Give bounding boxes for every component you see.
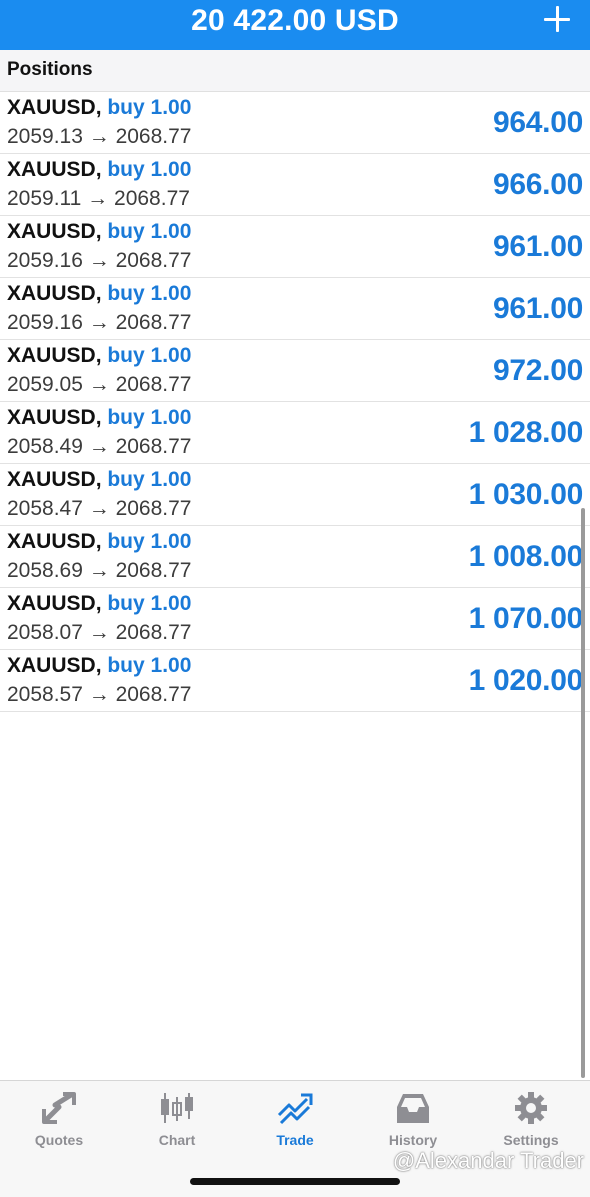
position-prices: 2059.05 → 2068.77: [7, 373, 192, 396]
positions-section-header: Positions: [0, 50, 590, 92]
position-symbol: XAUUSD: [7, 654, 96, 677]
position-row[interactable]: XAUUSD, buy 1.00 2058.47 → 2068.77 1 030…: [0, 464, 590, 526]
position-row[interactable]: XAUUSD, buy 1.00 2058.69 → 2068.77 1 008…: [0, 526, 590, 588]
position-symbol: XAUUSD: [7, 282, 96, 305]
position-profit: 1 020.00: [468, 664, 584, 697]
history-inbox-icon: [397, 1094, 429, 1123]
position-type: buy 1.00: [107, 654, 192, 677]
position-type: buy 1.00: [107, 468, 192, 491]
position-type: buy 1.00: [107, 592, 192, 615]
position-row[interactable]: XAUUSD, buy 1.00 2059.16 → 2068.77 961.0…: [0, 216, 590, 278]
trade-trend-icon: [277, 1093, 313, 1125]
tab-label: Chart: [158, 1132, 196, 1148]
section-title: Positions: [7, 59, 93, 80]
plus-icon[interactable]: [544, 6, 570, 32]
position-type: buy 1.00: [107, 530, 192, 553]
position-type: buy 1.00: [107, 406, 192, 429]
position-profit: 1 028.00: [468, 416, 584, 449]
position-profit: 961.00: [493, 230, 583, 263]
position-symbol: XAUUSD: [7, 220, 96, 243]
position-row[interactable]: XAUUSD, buy 1.00 2058.49 → 2068.77 1 028…: [0, 402, 590, 464]
position-prices: 2059.11 → 2068.77: [7, 187, 190, 210]
candlestick-chart-icon: [161, 1093, 193, 1123]
watermark: @Alexandar Trader: [392, 1148, 584, 1173]
position-type: buy 1.00: [107, 158, 192, 181]
tab-trade[interactable]: Trade: [236, 1081, 354, 1161]
position-profit: 966.00: [493, 168, 583, 201]
position-profit: 1 030.00: [468, 478, 584, 511]
positions-list: XAUUSD, buy 1.00 2059.13 → 2068.77 964.0…: [0, 92, 590, 712]
position-symbol: XAUUSD: [7, 344, 96, 367]
position-symbol: XAUUSD: [7, 158, 96, 181]
tab-label: Trade: [276, 1132, 314, 1148]
position-row[interactable]: XAUUSD, buy 1.00 2059.13 → 2068.77 964.0…: [0, 92, 590, 154]
position-type: buy 1.00: [107, 344, 192, 367]
tab-chart[interactable]: Chart: [118, 1081, 236, 1161]
position-row[interactable]: XAUUSD, buy 1.00 2058.07 → 2068.77 1 070…: [0, 588, 590, 650]
position-prices: 2058.57 → 2068.77: [7, 683, 192, 706]
position-row[interactable]: XAUUSD, buy 1.00 2059.16 → 2068.77 961.0…: [0, 278, 590, 340]
position-prices: 2058.69 → 2068.77: [7, 559, 192, 582]
position-symbol: XAUUSD: [7, 530, 96, 553]
account-balance: 20 422.00 USD: [191, 4, 399, 37]
position-row[interactable]: XAUUSD, buy 1.00 2059.05 → 2068.77 972.0…: [0, 340, 590, 402]
position-row[interactable]: XAUUSD, buy 1.00 2059.11 → 2068.77 966.0…: [0, 154, 590, 216]
home-indicator: [190, 1178, 400, 1185]
tab-quotes[interactable]: Quotes: [0, 1081, 118, 1161]
scrollbar[interactable]: [581, 508, 585, 1078]
position-type: buy 1.00: [107, 96, 192, 119]
position-row[interactable]: XAUUSD, buy 1.00 2058.57 → 2068.77 1 020…: [0, 650, 590, 712]
position-profit: 961.00: [493, 292, 583, 325]
position-type: buy 1.00: [107, 220, 192, 243]
tab-label: Quotes: [34, 1132, 84, 1148]
position-symbol: XAUUSD: [7, 96, 96, 119]
position-prices: 2059.16 → 2068.77: [7, 249, 192, 272]
position-symbol: XAUUSD: [7, 592, 96, 615]
position-prices: 2059.16 → 2068.77: [7, 311, 192, 334]
position-prices: 2058.47 → 2068.77: [7, 497, 192, 520]
position-prices: 2058.07 → 2068.77: [7, 621, 192, 644]
position-prices: 2058.49 → 2068.77: [7, 435, 192, 458]
position-type: buy 1.00: [107, 282, 192, 305]
position-symbol: XAUUSD: [7, 468, 96, 491]
position-profit: 972.00: [493, 354, 583, 387]
position-profit: 1 070.00: [468, 602, 584, 635]
position-profit: 964.00: [493, 106, 583, 139]
tab-label: Settings: [503, 1132, 559, 1148]
quotes-arrows-icon: [42, 1092, 76, 1124]
position-prices: 2059.13 → 2068.77: [7, 125, 192, 148]
top-bar: 20 422.00 USD: [0, 0, 590, 50]
position-symbol: XAUUSD: [7, 406, 96, 429]
tab-label: History: [388, 1132, 438, 1148]
position-profit: 1 008.00: [468, 540, 584, 573]
gear-icon: [515, 1092, 547, 1124]
